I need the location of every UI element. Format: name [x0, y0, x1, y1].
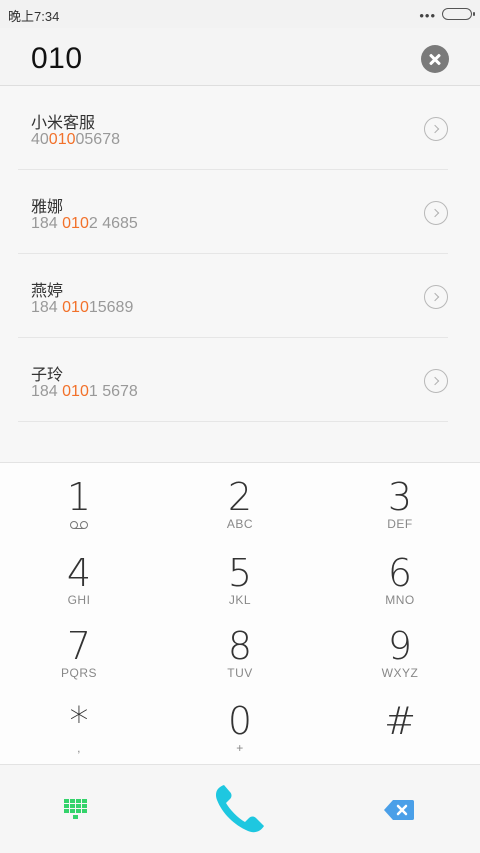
contact-result-1[interactable]: 雅娜 184 0102 4685: [18, 170, 448, 254]
key-letters: PQRS: [60, 666, 97, 680]
key-9[interactable]: 9 WXYZ: [350, 626, 450, 698]
key-letters: JKL: [228, 593, 252, 607]
backspace-button[interactable]: [383, 799, 415, 821]
status-more-icon: •••: [419, 8, 436, 23]
backspace-icon: [384, 800, 414, 820]
action-bar: [0, 764, 480, 853]
key-digit: 5: [227, 551, 253, 595]
dial-input-bar: 010: [0, 28, 480, 86]
call-button[interactable]: [208, 781, 272, 837]
key-digit: 4: [66, 551, 92, 595]
key-digit: *: [69, 699, 89, 743]
dialpad: 1 2 ABC 3 DEF 4 GHI 5 JKL 6 MNO 7 PQRS 8…: [0, 462, 480, 764]
key-3[interactable]: 3 DEF: [350, 477, 450, 549]
key-star[interactable]: * ,: [29, 701, 129, 773]
number-suffix: 15689: [88, 299, 134, 316]
number-prefix: 184: [31, 383, 63, 400]
contact-name: 雅娜: [31, 199, 64, 216]
number-match: 010: [62, 299, 89, 316]
contact-detail-chevron-icon[interactable]: [424, 285, 448, 309]
number-prefix: 40: [31, 131, 49, 148]
status-bar: 晚上7:34 •••: [0, 0, 480, 28]
key-digit: 7: [66, 624, 92, 668]
contact-detail-chevron-icon[interactable]: [424, 369, 448, 393]
number-prefix: 184: [31, 215, 63, 232]
dialpad-grid-icon: [64, 799, 87, 819]
status-time: 晚上7:34: [8, 9, 60, 24]
number-suffix: 05678: [75, 131, 121, 148]
key-4[interactable]: 4 GHI: [29, 553, 129, 625]
number-prefix: 184: [31, 299, 63, 316]
key-letters: +: [236, 741, 244, 755]
key-letters: WXYZ: [381, 666, 419, 680]
number-match: 010: [48, 131, 76, 148]
number-match: 010: [62, 383, 89, 400]
contact-result-2[interactable]: 燕婷 184 01015689: [18, 254, 448, 338]
contact-name: 燕婷: [31, 283, 64, 300]
key-5[interactable]: 5 JKL: [190, 553, 290, 625]
key-letters: DEF: [387, 517, 413, 531]
key-digit: 2: [227, 475, 253, 519]
key-2[interactable]: 2 ABC: [190, 477, 290, 549]
contact-result-0[interactable]: 小米客服 4001005678: [18, 86, 448, 170]
phone-handset-icon: [215, 785, 264, 833]
search-results-list: 小米客服 4001005678 雅娜 184 0102 4685 燕婷 184 …: [0, 86, 480, 422]
key-hash[interactable]: #: [350, 701, 450, 773]
battery-icon: [442, 8, 475, 20]
key-letters: ABC: [226, 517, 254, 531]
voicemail-icon: [69, 520, 89, 530]
number-suffix: 1 5678: [88, 383, 138, 400]
key-digit: 1: [66, 475, 92, 519]
number-suffix: 2 4685: [88, 215, 138, 232]
key-0[interactable]: 0 +: [190, 701, 290, 773]
contact-number: 4001005678: [31, 131, 120, 149]
key-8[interactable]: 8 TUV: [190, 626, 290, 698]
key-digit: 6: [387, 551, 413, 595]
contact-number: 184 01015689: [31, 299, 133, 317]
contact-detail-chevron-icon[interactable]: [424, 117, 448, 141]
number-match: 010: [62, 215, 89, 232]
key-digit: 0: [227, 699, 253, 743]
key-7[interactable]: 7 PQRS: [29, 626, 129, 698]
key-digit: 8: [227, 624, 253, 668]
contact-number: 184 0102 4685: [31, 215, 138, 233]
contact-detail-chevron-icon[interactable]: [424, 201, 448, 225]
clear-input-button[interactable]: [421, 45, 449, 73]
key-letters: TUV: [227, 666, 253, 680]
key-digit: #: [384, 699, 416, 743]
dialed-number: 010: [31, 42, 83, 75]
key-1[interactable]: 1: [29, 477, 129, 549]
dialpad-toggle-button[interactable]: [62, 797, 92, 823]
contact-name: 子玲: [31, 367, 64, 384]
key-digit: 3: [387, 475, 413, 519]
key-digit: 9: [387, 624, 413, 668]
contact-name: 小米客服: [31, 115, 96, 132]
key-6[interactable]: 6 MNO: [350, 553, 450, 625]
key-letters: ,: [77, 741, 81, 755]
contact-number: 184 0101 5678: [31, 383, 138, 401]
key-letters: GHI: [67, 593, 91, 607]
key-letters: MNO: [385, 593, 415, 607]
contact-result-3[interactable]: 子玲 184 0101 5678: [18, 338, 448, 422]
